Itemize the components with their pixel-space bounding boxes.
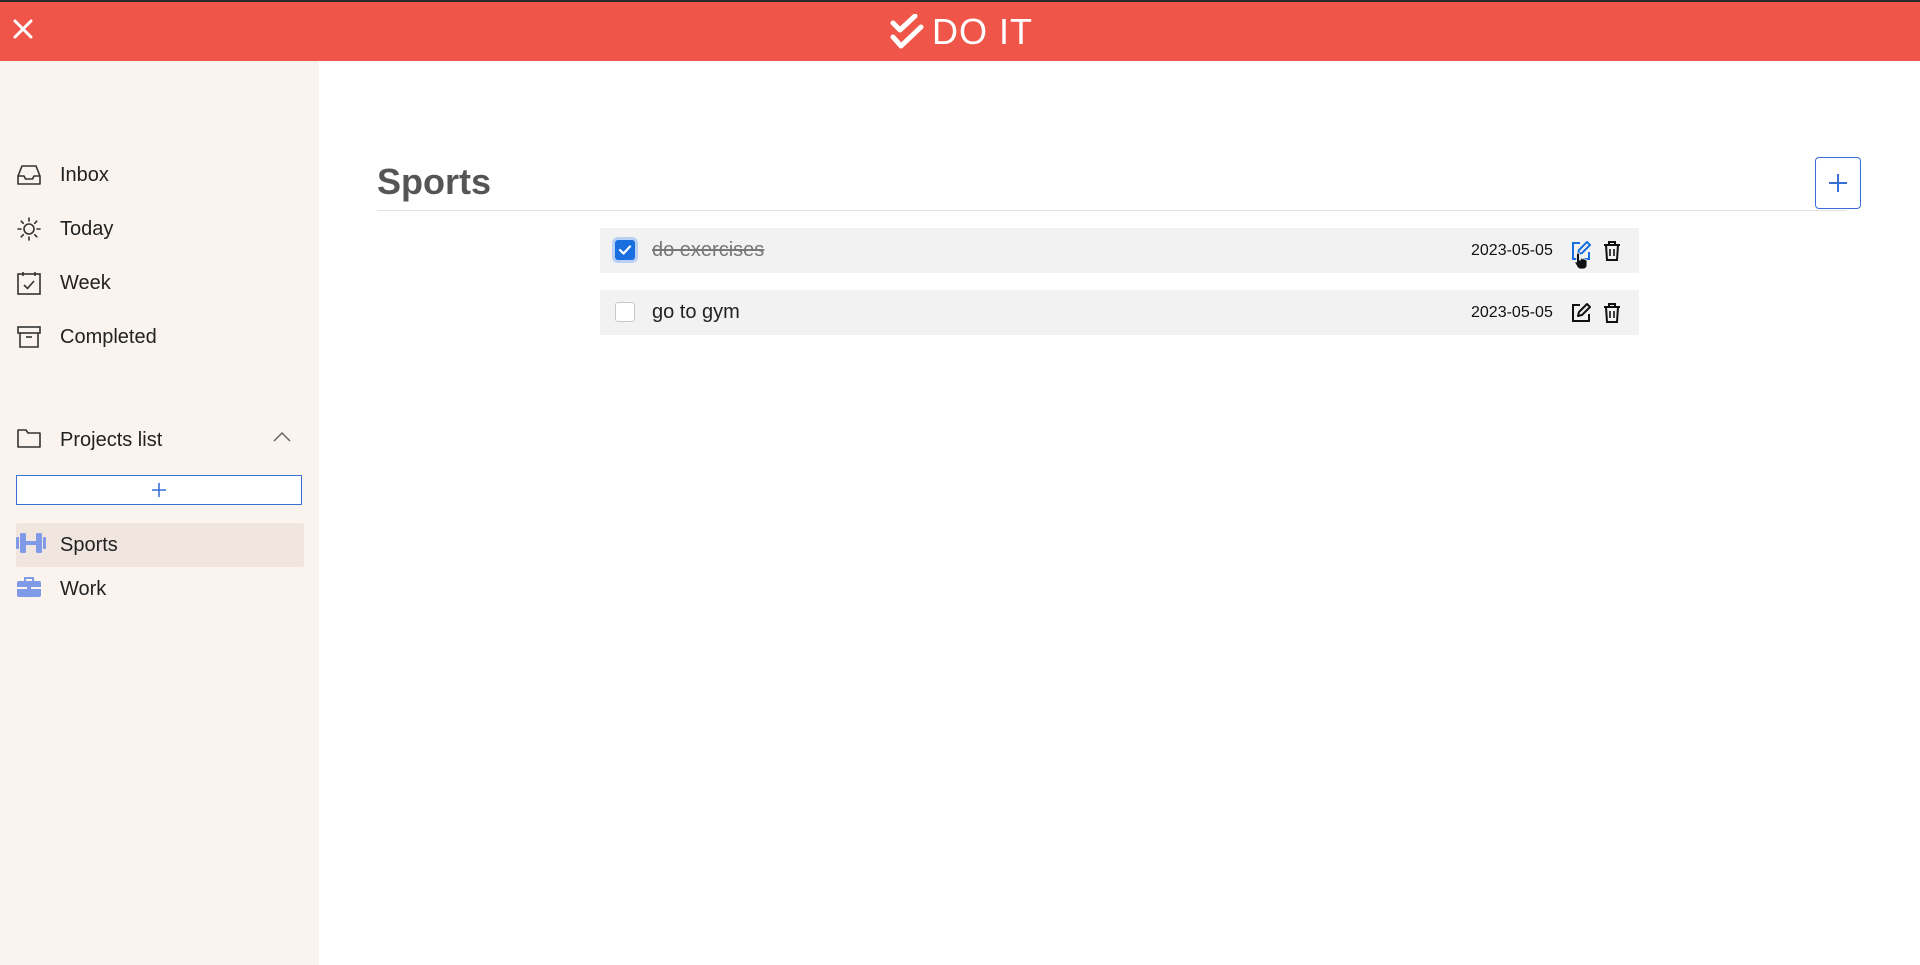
projects-list-label: Projects list [60, 428, 163, 451]
sidebar: Inbox Today Week Completed Projects list… [0, 61, 319, 965]
edit-icon [1572, 303, 1591, 322]
close-sidebar-button[interactable] [8, 14, 38, 44]
task-date: 2023-05-05 [1471, 241, 1553, 259]
dumbbell-icon [16, 532, 46, 559]
check-icon [618, 245, 632, 255]
sidebar-item-today[interactable]: Today [16, 209, 304, 249]
task-row: go to gym 2023-05-05 [600, 290, 1639, 335]
task-row: do exercises 2023-05-05 [600, 228, 1639, 273]
delete-task-button[interactable] [1603, 240, 1623, 262]
add-project-button[interactable] [16, 475, 302, 505]
project-item-work[interactable]: Work [16, 567, 304, 611]
project-item-sports[interactable]: Sports [16, 523, 304, 567]
task-checkbox[interactable] [615, 302, 635, 322]
edit-icon [1572, 241, 1591, 260]
plus-icon [152, 483, 166, 497]
sun-icon [16, 215, 44, 243]
projects-list-header[interactable]: Projects list [16, 418, 304, 462]
task-name: go to gym [652, 301, 740, 323]
sidebar-item-week[interactable]: Week [16, 263, 304, 303]
edit-task-button[interactable] [1570, 302, 1592, 324]
app-header: DO IT [0, 0, 1920, 61]
calendar-check-icon [16, 269, 44, 297]
double-check-icon [890, 14, 924, 49]
task-date: 2023-05-05 [1471, 303, 1553, 321]
sidebar-item-label: Week [60, 271, 111, 294]
inbox-icon [16, 161, 44, 189]
trash-icon [1604, 241, 1620, 261]
page-title: Sports [377, 161, 492, 202]
project-item-label: Work [60, 577, 107, 600]
edit-task-button[interactable] [1570, 240, 1592, 262]
chevron-up-icon[interactable] [272, 430, 292, 444]
title-divider [377, 210, 1847, 211]
plus-icon [1829, 174, 1847, 192]
sidebar-item-label: Inbox [60, 163, 109, 186]
archive-icon [16, 323, 44, 351]
task-name: do exercises [652, 239, 765, 261]
briefcase-icon [16, 575, 42, 604]
task-checkbox[interactable] [615, 240, 635, 260]
folder-icon [16, 426, 42, 455]
main-content: Sports do exercises 2023-05-05 go to gym… [319, 61, 1920, 965]
sidebar-item-label: Completed [60, 325, 157, 348]
sidebar-item-completed[interactable]: Completed [16, 317, 304, 357]
close-icon [13, 19, 33, 39]
delete-task-button[interactable] [1603, 302, 1623, 324]
project-item-label: Sports [60, 533, 118, 556]
brand-logo[interactable]: DO IT [890, 10, 1033, 54]
sidebar-item-label: Today [60, 217, 114, 240]
add-task-button[interactable] [1815, 157, 1861, 209]
brand-name: DO IT [932, 11, 1033, 52]
sidebar-item-inbox[interactable]: Inbox [16, 155, 304, 195]
trash-icon [1604, 303, 1620, 323]
